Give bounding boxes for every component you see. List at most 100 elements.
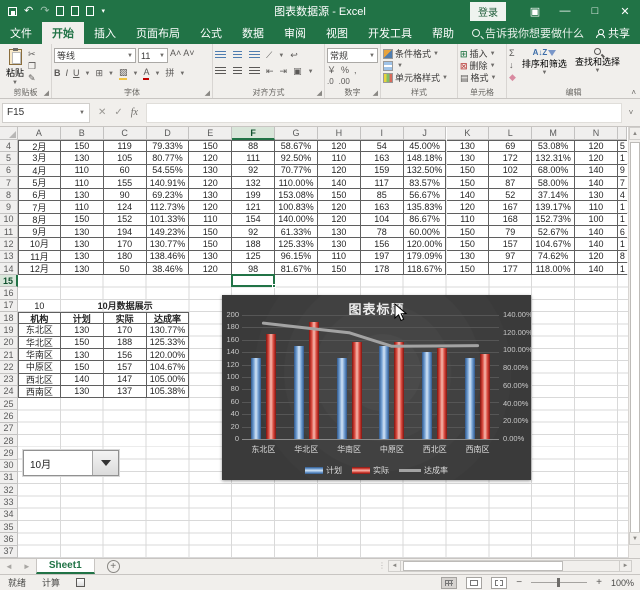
cell-F9[interactable]: 121 [232,201,275,213]
wrap-text-icon[interactable]: ↩ [290,50,298,61]
cell-I13[interactable]: 197 [361,251,404,263]
bar-plan-西南区[interactable] [465,358,475,439]
row-header-31[interactable]: 31 [0,472,18,484]
decrease-indent-icon[interactable]: ⇤ [266,66,274,77]
cell-K7[interactable]: 150 [447,177,490,189]
cell-B6[interactable]: 110 [61,165,104,177]
cell-B4[interactable]: 150 [61,140,104,152]
tell-me-search[interactable]: 告诉我你想要做什么 [464,22,592,44]
cell-I5[interactable]: 163 [361,152,404,164]
cell-N11[interactable]: 140 [575,226,618,238]
cell-M11[interactable]: 52.67% [532,226,575,238]
accounting-format-icon[interactable]: ￥ [327,65,336,76]
cell-clipped-6[interactable]: 9 [618,165,627,177]
cell-B5[interactable]: 130 [61,152,104,164]
cell-A14[interactable]: 12月 [18,263,61,275]
cell-H5[interactable]: 110 [318,152,361,164]
column-header-H[interactable]: H [318,127,361,140]
cell-C5[interactable]: 105 [104,152,147,164]
bar-actual-西南区[interactable] [480,354,490,439]
cell-M10[interactable]: 152.73% [532,214,575,226]
row-header-36[interactable]: 36 [0,533,18,545]
number-dialog-launcher-icon[interactable]: ◢ [373,89,378,97]
summary-cell-22-1[interactable]: 150 [61,361,104,373]
cell-D9[interactable]: 112.73% [147,201,190,213]
cell-L14[interactable]: 177 [489,263,532,275]
cell-K11[interactable]: 150 [447,226,490,238]
cell-K9[interactable]: 120 [447,201,490,213]
percent-style-icon[interactable]: % [341,65,349,76]
paste-button[interactable]: 粘贴 ▼ [2,46,28,86]
enter-formula-icon[interactable]: ✓ [114,107,122,118]
align-center-icon[interactable] [233,67,242,76]
row-header-7[interactable]: 7 [0,177,18,189]
summary-cell-20-1[interactable]: 150 [61,337,104,349]
cell-H14[interactable]: 150 [318,263,361,275]
cell-E13[interactable]: 130 [189,251,232,263]
undo-icon[interactable]: ↶ [24,6,33,17]
cell-K5[interactable]: 130 [447,152,490,164]
cell-J11[interactable]: 60.00% [404,226,447,238]
row-header-20[interactable]: 20 [0,337,18,349]
cell-D7[interactable]: 140.91% [147,177,190,189]
cell-F4[interactable]: 88 [232,140,275,152]
column-header-J[interactable]: J [404,127,447,140]
summary-cell-21-1[interactable]: 130 [61,349,104,361]
cell-C10[interactable]: 152 [104,214,147,226]
grow-font-icon[interactable]: A˄ [170,48,181,63]
row-header-22[interactable]: 22 [0,361,18,373]
cell-F6[interactable]: 92 [232,165,275,177]
new-file-icon[interactable] [56,6,64,16]
phonetic-icon[interactable]: 拼 [165,68,174,79]
cell-M6[interactable]: 68.00% [532,165,575,177]
align-right-icon[interactable] [249,67,260,76]
cell-G13[interactable]: 96.15% [275,251,318,263]
row-header-34[interactable]: 34 [0,509,18,521]
expand-formula-bar-icon[interactable]: ˅ [622,108,640,117]
row-header-32[interactable]: 32 [0,484,18,496]
cell-E6[interactable]: 130 [189,165,232,177]
fill-color-icon[interactable]: ▨ [119,67,128,80]
column-header-M[interactable]: M [532,127,575,140]
row-header-37[interactable]: 37 [0,546,18,558]
scroll-left-icon[interactable]: ◄ [388,560,401,572]
bar-actual-西北区[interactable] [437,348,447,439]
legend-actual[interactable]: 实际 [352,465,389,476]
cell-A7[interactable]: 5月 [18,177,61,189]
cell-G10[interactable]: 140.00% [275,214,318,226]
row-header-16[interactable]: 16 [0,287,18,299]
cell-I4[interactable]: 54 [361,140,404,152]
legend-rate[interactable]: 达成率 [399,465,448,476]
cell-A5[interactable]: 3月 [18,152,61,164]
cell-N4[interactable]: 120 [575,140,618,152]
cell-L10[interactable]: 168 [489,214,532,226]
cell-K6[interactable]: 150 [447,165,490,177]
summary-header-机构[interactable]: 机构 [18,312,61,324]
cell-L9[interactable]: 167 [489,201,532,213]
summary-cell-23-0[interactable]: 西北区 [18,374,61,386]
summary-cell-19-1[interactable]: 130 [61,324,104,336]
row-header-14[interactable]: 14 [0,263,18,275]
month-dropdown[interactable]: 10月 [23,450,119,476]
cell-C12[interactable]: 170 [104,238,147,250]
cell-A9[interactable]: 7月 [18,201,61,213]
alignment-dialog-launcher-icon[interactable]: ◢ [317,89,322,97]
summary-cell-20-2[interactable]: 188 [104,337,147,349]
formula-input[interactable] [146,103,622,123]
format-painter-icon[interactable]: ✎ [28,73,36,84]
summary-cell-23-2[interactable]: 147 [104,374,147,386]
row-header-21[interactable]: 21 [0,349,18,361]
cell-N5[interactable]: 120 [575,152,618,164]
horizontal-scrollbar[interactable]: ◄ ► [388,560,632,572]
bold-button[interactable]: B [54,68,61,79]
fill-handle[interactable] [272,284,276,288]
cell-clipped-8[interactable]: 4 [618,189,627,201]
column-header-A[interactable]: A [18,127,61,140]
summary-header-达成率[interactable]: 达成率 [147,312,190,324]
merge-center-icon[interactable]: ▣ [293,66,302,77]
cell-N6[interactable]: 140 [575,165,618,177]
cell-E11[interactable]: 150 [189,226,232,238]
cell-M13[interactable]: 74.62% [532,251,575,263]
cell-G4[interactable]: 58.67% [275,140,318,152]
cell-F11[interactable]: 92 [232,226,275,238]
